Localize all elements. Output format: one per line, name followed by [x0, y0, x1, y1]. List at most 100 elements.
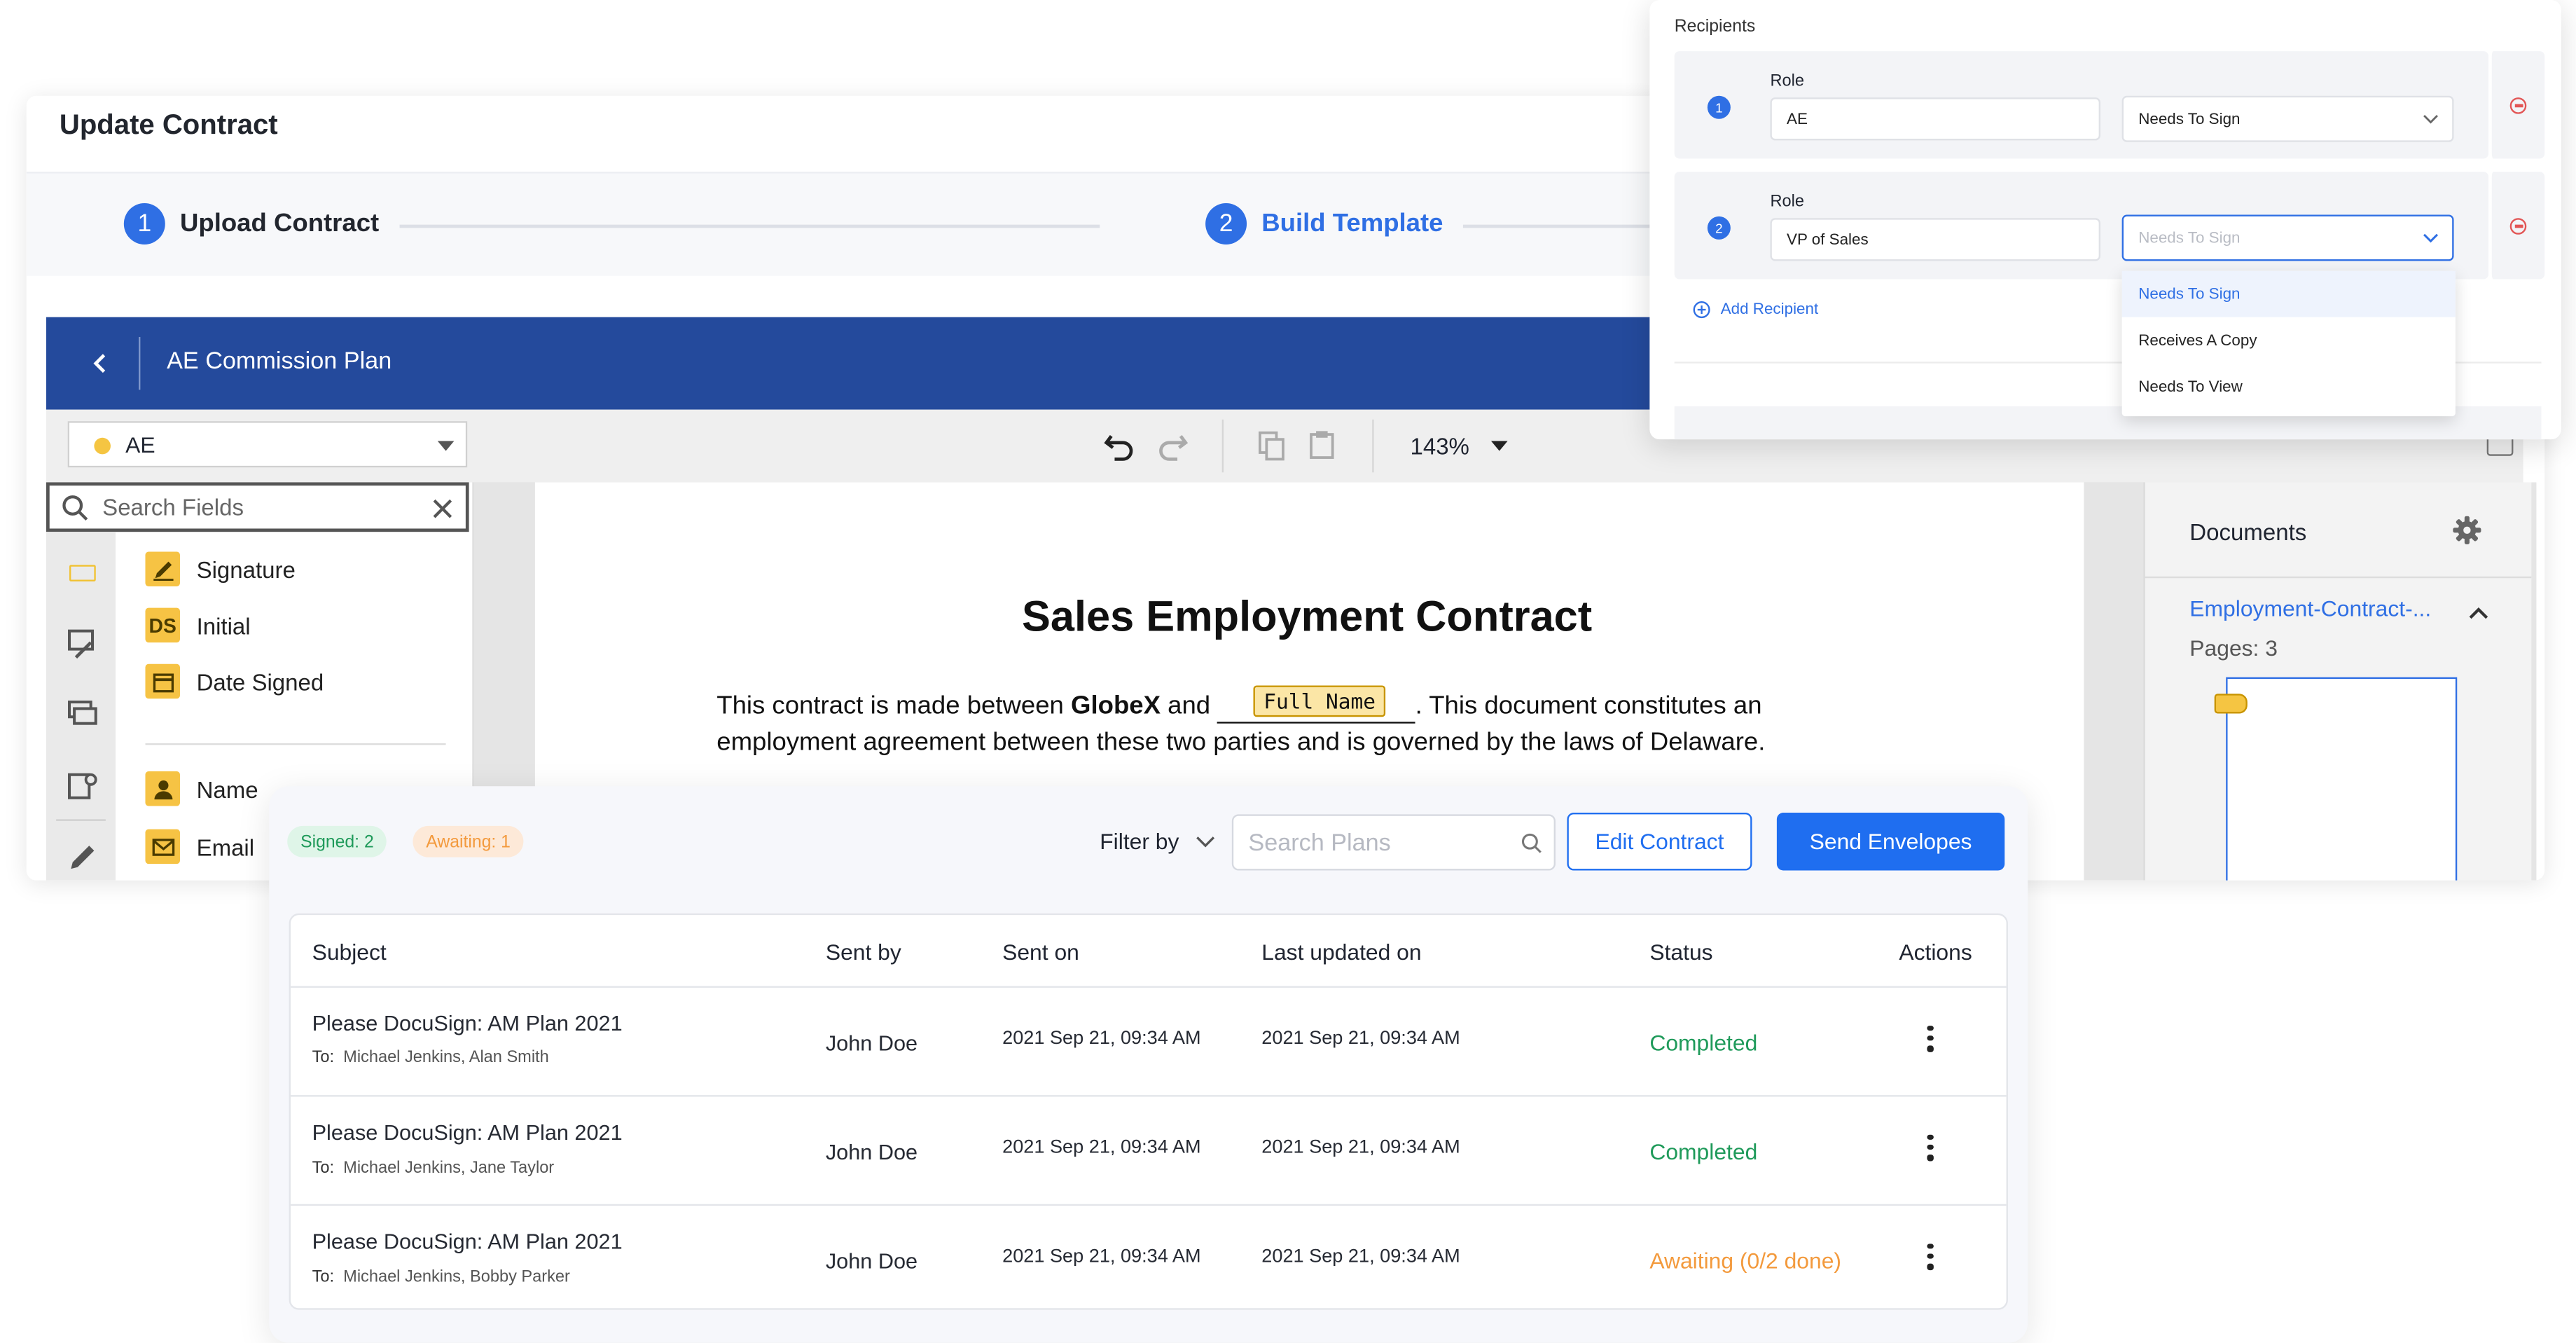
column-header-status: Status	[1649, 939, 1713, 965]
step-connector-1	[399, 224, 1100, 228]
add-recipient-button[interactable]: Add Recipient	[1693, 301, 1819, 319]
row-sent-by: John Doe	[825, 1139, 918, 1165]
to-label: To:	[312, 1159, 335, 1178]
chevron-left-icon[interactable]	[89, 352, 112, 375]
row-subject: Please DocuSign: AM Plan 2021	[312, 1229, 623, 1254]
envelopes-table: Subject Sent by Sent on Last updated on …	[289, 913, 2008, 1310]
stamp-tool-icon[interactable]	[66, 698, 99, 736]
strip-divider	[56, 819, 106, 821]
chevron-down-icon	[2423, 115, 2438, 124]
filter-by-dropdown[interactable]: Filter by	[1100, 829, 1215, 854]
field-label: Email	[196, 833, 255, 860]
field-initial[interactable]: DS Initial	[145, 607, 251, 643]
status-completed: Completed	[1649, 1031, 1758, 1056]
to-label: To:	[312, 1049, 335, 1068]
search-fields[interactable]: Search Fields	[46, 482, 469, 532]
plus-circle-icon	[1693, 301, 1710, 319]
add-recipient-label: Add Recipient	[1720, 301, 1819, 319]
table-row[interactable]: Please DocuSign: AM Plan 2021 To: Michae…	[291, 988, 2007, 1095]
step-2-label[interactable]: Build Template	[1261, 209, 1443, 239]
role-select[interactable]: AE	[67, 421, 468, 468]
page-thumbnail[interactable]	[2226, 677, 2458, 881]
field-name[interactable]: Name	[145, 771, 258, 806]
documents-panel: Documents Employment-Contract-... Pages:…	[2143, 482, 2532, 881]
signature-tool-icon[interactable]	[66, 628, 99, 669]
recipient-number: 2	[1707, 216, 1731, 240]
step-connector-2	[1462, 224, 1661, 228]
gear-icon[interactable]	[2452, 516, 2481, 553]
status-completed: Completed	[1649, 1139, 1758, 1165]
document-file-link[interactable]: Employment-Contract-...	[2189, 596, 2431, 621]
step-2-number[interactable]: 2	[1205, 202, 1247, 245]
signed-count-badge: Signed: 2	[287, 825, 387, 858]
more-actions-icon[interactable]	[1927, 1244, 1933, 1270]
option-receives-a-copy[interactable]: Receives A Copy	[2122, 317, 2456, 364]
recipients-title: Recipients	[1674, 16, 1756, 36]
search-icon	[61, 494, 89, 530]
zoom-level[interactable]: 143%	[1410, 433, 1469, 460]
row-sent-by: John Doe	[825, 1248, 918, 1274]
remove-recipient-icon[interactable]	[2509, 218, 2527, 235]
remove-recipient-icon[interactable]	[2509, 97, 2527, 114]
underline-blank: Full Name	[1217, 685, 1415, 724]
chevron-up-icon[interactable]	[2469, 600, 2488, 629]
full-name-field[interactable]: Full Name	[1254, 685, 1386, 717]
role-input-value: AE	[1787, 109, 1808, 128]
option-needs-to-sign[interactable]: Needs To Sign	[2121, 270, 2456, 317]
field-label: Date Signed	[196, 668, 324, 695]
field-email[interactable]: Email	[145, 829, 254, 865]
paste-icon[interactable]	[1308, 428, 1337, 469]
plan-name: AE Commission Plan	[167, 348, 392, 376]
field-label: Initial	[196, 612, 251, 639]
envelopes-card: Signed: 2 Awaiting: 1 Filter by Search P…	[269, 786, 2028, 1343]
recipient-row-1: 1 Role AE Needs To Sign	[1674, 51, 2489, 159]
row-sent-on: 2021 Sep 21, 09:34 AM	[1002, 1028, 1201, 1049]
option-needs-to-view[interactable]: Needs To View	[2122, 364, 2456, 410]
row-last-updated: 2021 Sep 21, 09:34 AM	[1261, 1028, 1460, 1049]
row-subject: Please DocuSign: AM Plan 2021	[312, 1010, 623, 1036]
table-row[interactable]: Please DocuSign: AM Plan 2021 To: Michae…	[291, 1097, 2007, 1204]
more-actions-icon[interactable]	[1927, 1134, 1933, 1161]
role-label: Role	[1770, 72, 1804, 91]
send-envelopes-button[interactable]: Send Envelopes	[1776, 812, 2005, 871]
role-input-value: VP of Sales	[1787, 230, 1869, 249]
tool-icon-strip	[46, 532, 116, 881]
document-paragraph-line2: employment agreement between these two p…	[716, 728, 1766, 757]
action-dropdown: Needs To Sign Receives A Copy Needs To V…	[2121, 270, 2456, 417]
column-header-sent-on: Sent on	[1002, 939, 1079, 965]
recipient-row-2: 2 Role VP of Sales Needs To Sign	[1674, 172, 2489, 280]
field-signature[interactable]: Signature	[145, 551, 296, 586]
row-recipients: To: Michael Jenkins, Bobby Parker	[312, 1269, 570, 1287]
paragraph-text: and	[1160, 691, 1218, 720]
row-last-updated: 2021 Sep 21, 09:34 AM	[1261, 1138, 1460, 1158]
step-1-number[interactable]: 1	[123, 202, 165, 245]
role-input[interactable]: AE	[1770, 97, 2100, 141]
pencil-tool-icon[interactable]	[66, 841, 99, 881]
undo-icon[interactable]	[1103, 429, 1136, 471]
action-select[interactable]: Needs To Sign	[2121, 95, 2454, 142]
copy-icon[interactable]	[1256, 429, 1286, 471]
action-select-open[interactable]: Needs To Sign	[2121, 214, 2454, 261]
clear-icon[interactable]	[433, 497, 452, 527]
edit-contract-button[interactable]: Edit Contract	[1567, 812, 1752, 871]
caret-down-icon[interactable]	[1491, 441, 1508, 451]
row-subject: Please DocuSign: AM Plan 2021	[312, 1120, 623, 1145]
step-1-label[interactable]: Upload Contract	[180, 209, 379, 239]
search-plans-input[interactable]: Search Plans	[1231, 814, 1556, 871]
pen-icon	[145, 551, 180, 586]
field-rectangle-icon[interactable]	[69, 565, 96, 581]
chevron-down-icon	[1196, 836, 1215, 847]
column-header-sent-by: Sent by	[825, 939, 901, 965]
redo-icon[interactable]	[1156, 429, 1189, 471]
attachment-tool-icon[interactable]	[66, 770, 99, 811]
calendar-icon	[145, 663, 180, 699]
field-date-signed[interactable]: Date Signed	[145, 663, 324, 699]
field-marker-icon	[2214, 694, 2248, 714]
more-actions-icon[interactable]	[1927, 1026, 1933, 1052]
role-select-value: AE	[125, 432, 155, 458]
table-row[interactable]: Please DocuSign: AM Plan 2021 To: Michae…	[291, 1206, 2007, 1308]
person-icon	[145, 771, 180, 806]
column-header-subject: Subject	[312, 939, 387, 965]
role-input[interactable]: VP of Sales	[1770, 218, 2100, 261]
divider	[139, 336, 141, 390]
